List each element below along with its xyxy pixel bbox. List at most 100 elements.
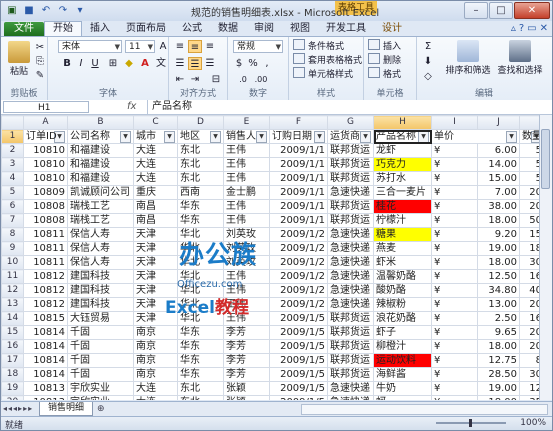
cell[interactable]: ¥ <box>431 311 478 326</box>
cell[interactable]: 柠檬汁 <box>373 213 432 228</box>
cell[interactable]: 辣椒粉 <box>373 297 432 312</box>
cell[interactable]: 2009/1/2 <box>269 283 328 298</box>
cell[interactable]: 2009/1/1 <box>269 199 328 214</box>
tab-home[interactable]: 开始 <box>44 21 82 36</box>
cell[interactable]: 10814 <box>23 353 68 368</box>
row-header[interactable]: 17 <box>1 353 24 368</box>
paste-button[interactable]: 粘贴 <box>5 41 33 77</box>
cell[interactable]: 10808 <box>23 199 68 214</box>
cell[interactable]: 联邦货运 <box>327 353 374 368</box>
cell[interactable]: ¥ <box>431 185 478 200</box>
cell[interactable]: ¥ <box>431 269 478 284</box>
cell[interactable]: 18.00 <box>477 339 520 354</box>
cell[interactable]: 东北 <box>177 171 224 186</box>
cell[interactable]: 海鲜酱 <box>373 367 432 382</box>
cell[interactable]: 王伟 <box>223 199 270 214</box>
row-header[interactable]: 10 <box>1 255 24 270</box>
excel-logo-icon[interactable]: ▣ <box>5 4 19 18</box>
cell[interactable]: 联邦货运 <box>327 171 374 186</box>
insert-cells-button[interactable]: 插入 <box>368 39 401 52</box>
header-cell[interactable]: ▼ 城市 <box>133 129 178 144</box>
cell[interactable]: ¥ <box>431 353 478 368</box>
italic-icon[interactable]: I <box>74 57 88 70</box>
cell[interactable]: 2009/1/2 <box>269 255 328 270</box>
phonetic-icon[interactable]: 文 <box>154 57 168 70</box>
cell[interactable]: 10813 <box>23 395 68 400</box>
header-cell[interactable]: ▼ 单价 <box>431 129 520 144</box>
cell[interactable]: 李芳 <box>223 325 270 340</box>
cell[interactable]: 2009/1/1 <box>269 171 328 186</box>
insert-function-icon[interactable]: fx <box>127 100 136 114</box>
cell[interactable]: 张颖 <box>223 381 270 396</box>
decrease-decimal-icon[interactable]: .00 <box>254 73 268 86</box>
cell[interactable]: 38.00 <box>477 199 520 214</box>
cell[interactable]: 天津 <box>133 269 178 284</box>
delete-cells-button[interactable]: 删除 <box>368 53 401 66</box>
align-left-icon[interactable]: ☰ <box>173 57 187 70</box>
cell[interactable]: 28.50 <box>477 367 520 382</box>
cell[interactable]: 运动饮料 <box>373 353 432 368</box>
cell[interactable]: 2009/1/5 <box>269 353 328 368</box>
cell[interactable]: 东北 <box>177 143 224 158</box>
cell[interactable]: 大连 <box>133 381 178 396</box>
cell-table[interactable]: ABCDEFGHIJ 1 ▼ 订单ID ▼ 公司名称 ▼ 城市 ▼ 地区 ▼ 销售人 ▼ 订购日期 ▼ 运货… <box>1 115 550 400</box>
vertical-scrollbar[interactable] <box>539 115 552 400</box>
cell[interactable]: 2009/1/5 <box>269 367 328 382</box>
tab-file[interactable]: 文件 <box>4 22 44 36</box>
help-icon[interactable]: ? <box>519 23 524 34</box>
cell[interactable]: 王伟 <box>223 171 270 186</box>
row-header[interactable]: 3 <box>1 157 24 172</box>
cell[interactable]: 建国科技 <box>67 297 134 312</box>
cell[interactable]: 东北 <box>177 381 224 396</box>
zoom-slider[interactable] <box>436 419 506 427</box>
cell[interactable]: ¥ <box>431 143 478 158</box>
align-right-icon[interactable]: ☰ <box>203 57 217 70</box>
tab-page-layout[interactable]: 页面布局 <box>118 22 174 36</box>
cell[interactable]: ¥ <box>431 367 478 382</box>
column-header[interactable]: E <box>223 115 270 130</box>
cell[interactable]: 苏打水 <box>373 171 432 186</box>
cell[interactable]: 华东 <box>177 367 224 382</box>
worksheet-grid[interactable]: ABCDEFGHIJ 1 ▼ 订单ID ▼ 公司名称 ▼ 城市 ▼ 地区 ▼ 销售人 ▼ 订购日期 ▼ 运货… <box>1 115 552 400</box>
cell[interactable]: ¥ <box>431 157 478 172</box>
cell[interactable]: 10815 <box>23 311 68 326</box>
column-header[interactable]: H <box>373 115 432 130</box>
header-cell[interactable]: ▼ 订购日期 <box>269 129 328 144</box>
cell[interactable]: 建国科技 <box>67 283 134 298</box>
find-select-button[interactable]: 查找和选择 <box>495 40 545 76</box>
cell[interactable]: 联邦货运 <box>327 311 374 326</box>
cell[interactable]: 急速快递 <box>327 395 374 400</box>
row-header[interactable]: 11 <box>1 269 24 284</box>
formula-input[interactable]: 产品名称 <box>147 100 552 114</box>
cell[interactable]: 东北 <box>177 395 224 400</box>
cell[interactable]: 大连 <box>133 157 178 172</box>
cell[interactable]: 2009/1/2 <box>269 297 328 312</box>
column-header[interactable]: A <box>23 115 68 130</box>
row-header[interactable]: 1 <box>1 129 24 144</box>
cell[interactable]: 10812 <box>23 283 68 298</box>
cell[interactable]: 10814 <box>23 325 68 340</box>
decrease-indent-icon[interactable]: ⇤ <box>173 73 187 86</box>
cell[interactable]: 保信人寿 <box>67 241 134 256</box>
row-header[interactable]: 18 <box>1 367 24 382</box>
cell[interactable]: 巧克力 <box>373 157 432 172</box>
cell[interactable]: 10811 <box>23 227 68 242</box>
cell[interactable]: 华东 <box>177 199 224 214</box>
filter-dropdown-icon[interactable]: ▼ <box>210 131 221 143</box>
tab-insert[interactable]: 插入 <box>82 22 118 36</box>
cell[interactable]: 10812 <box>23 297 68 312</box>
fill-icon[interactable]: ⬇ <box>421 55 435 68</box>
cell[interactable]: 华东 <box>177 325 224 340</box>
redo-icon[interactable]: ↷ <box>56 4 70 18</box>
cell[interactable]: 10813 <box>23 381 68 396</box>
row-header[interactable]: 20 <box>1 395 24 400</box>
format-as-table-button[interactable]: 套用表格格式 <box>293 53 362 66</box>
cell[interactable]: 10814 <box>23 339 68 354</box>
cell[interactable]: 浪花奶酪 <box>373 311 432 326</box>
font-color-icon[interactable]: A <box>138 57 152 70</box>
row-header[interactable]: 5 <box>1 185 24 200</box>
cell[interactable]: 瑞栈工艺 <box>67 199 134 214</box>
cell[interactable]: 2009/1/5 <box>269 381 328 396</box>
column-header[interactable]: B <box>67 115 134 130</box>
header-cell[interactable]: ▼ 公司名称 <box>67 129 134 144</box>
